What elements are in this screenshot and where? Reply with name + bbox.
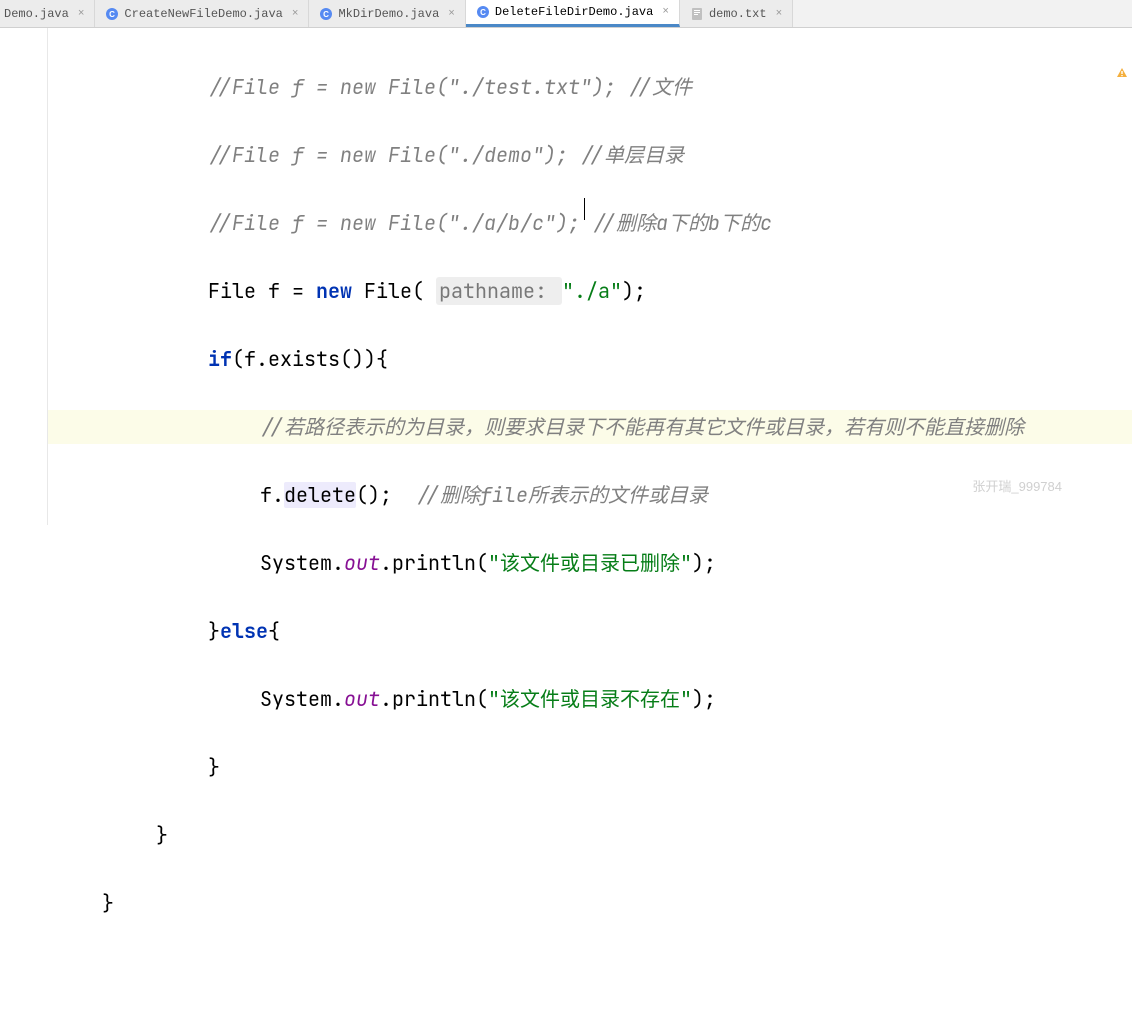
tab-label: CreateNewFileDemo.java: [124, 7, 282, 21]
java-class-icon: C: [476, 5, 490, 19]
code-text: System.: [260, 686, 344, 712]
code-text: );: [622, 278, 646, 304]
close-icon[interactable]: ×: [662, 6, 669, 18]
editor-tabs: Demo.java × C CreateNewFileDemo.java × C…: [0, 0, 1132, 28]
close-icon[interactable]: ×: [776, 8, 783, 20]
brace: }: [102, 890, 114, 916]
code-editor[interactable]: //File f = new File("./test.txt"); //文件 …: [0, 28, 1132, 525]
code-text: f =: [256, 278, 316, 304]
tab-createnewfile[interactable]: C CreateNewFileDemo.java ×: [95, 0, 309, 27]
close-icon[interactable]: ×: [78, 8, 85, 20]
string-literal: "该文件或目录已删除": [488, 550, 692, 576]
comment: //File f = new File("./a/b/c"); //删除a下的b…: [208, 210, 772, 236]
code-text: System.: [260, 550, 344, 576]
tab-label: DeleteFileDirDemo.java: [495, 5, 653, 19]
text-cursor: [584, 198, 585, 220]
code-text: ();: [356, 482, 416, 508]
tab-mkdir[interactable]: C MkDirDemo.java ×: [309, 0, 465, 27]
comment: //File f = new File("./demo"); //单层目录: [208, 142, 684, 168]
comment: //若路径表示的为目录，则要求目录下不能再有其它文件或目录，若有则不能直接删除: [260, 414, 1024, 440]
code-text: );: [692, 550, 716, 576]
tab-label: demo.txt: [709, 7, 767, 21]
string-literal: "该文件或目录不存在": [488, 686, 692, 712]
close-icon[interactable]: ×: [448, 8, 455, 20]
code-text: (f.exists()){: [232, 346, 388, 372]
java-class-icon: C: [319, 7, 333, 21]
code-text: File(: [352, 278, 436, 304]
code-text: .println(: [380, 686, 488, 712]
svg-text:C: C: [324, 10, 330, 19]
warning-icon[interactable]: [1116, 66, 1128, 78]
method-call: delete: [284, 482, 356, 508]
close-icon[interactable]: ×: [292, 8, 299, 20]
string-literal: "./a": [562, 278, 622, 304]
type: File: [208, 278, 256, 304]
tab-demotxt[interactable]: demo.txt ×: [680, 0, 793, 27]
svg-text:C: C: [480, 8, 486, 17]
code-area[interactable]: //File f = new File("./test.txt"); //文件 …: [48, 28, 1132, 525]
brace: }: [208, 754, 220, 780]
code-text: .println(: [380, 550, 488, 576]
text-file-icon: [690, 7, 704, 21]
comment: //File f = new File("./test.txt"); //文件: [208, 74, 692, 100]
gutter: [0, 28, 48, 525]
keyword-new: new: [316, 278, 352, 304]
brace: {: [268, 618, 280, 644]
field-ref: out: [344, 686, 380, 712]
svg-text:C: C: [110, 10, 116, 19]
tab-deletefiledir[interactable]: C DeleteFileDirDemo.java ×: [466, 0, 680, 27]
code-text: f.: [260, 482, 284, 508]
tab-label: Demo.java: [4, 7, 69, 21]
tab-label: MkDirDemo.java: [338, 7, 439, 21]
brace: }: [156, 822, 168, 848]
field-ref: out: [344, 550, 380, 576]
comment: //删除file所表示的文件或目录: [416, 482, 708, 508]
brace: }: [208, 618, 220, 644]
tab-demo[interactable]: Demo.java ×: [0, 0, 95, 27]
keyword-if: if: [208, 346, 232, 372]
java-class-icon: C: [105, 7, 119, 21]
keyword-else: else: [220, 618, 268, 644]
parameter-hint: pathname:: [436, 277, 562, 305]
watermark: 张开瑞_999784: [972, 476, 1062, 495]
code-text: );: [692, 686, 716, 712]
